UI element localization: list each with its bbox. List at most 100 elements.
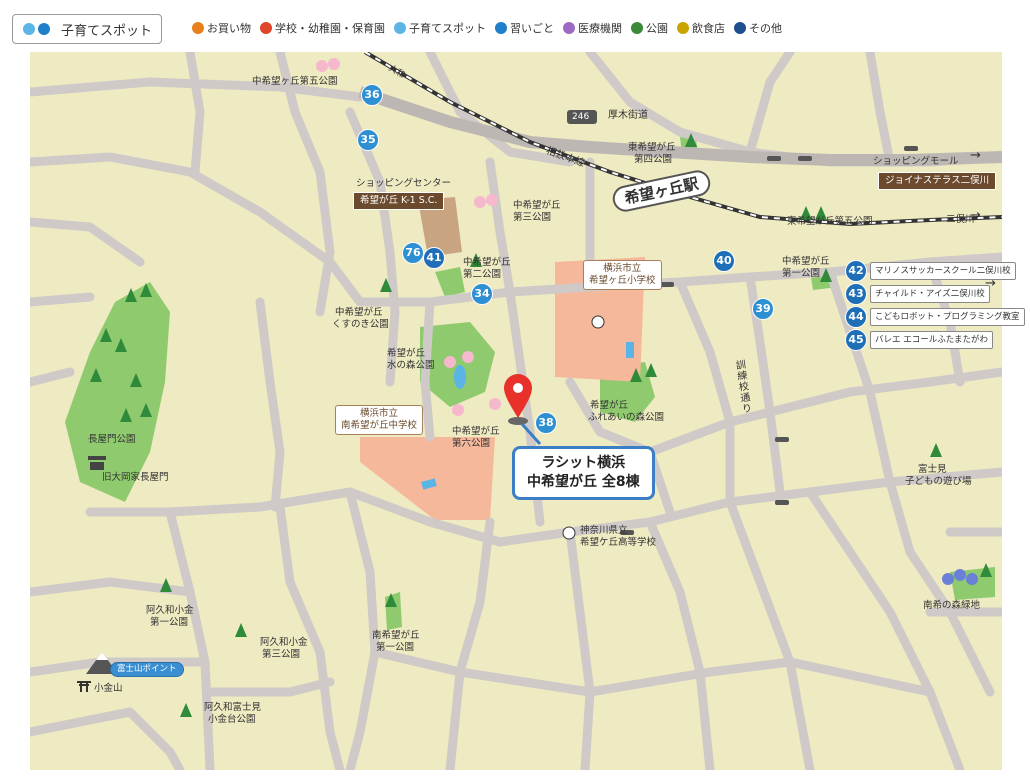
park-label-naka3-line1[interactable]: 中希望が丘 bbox=[513, 200, 561, 212]
lesson-marker-44[interactable]: 44 bbox=[845, 306, 867, 328]
spot-marker-35[interactable]: 35 bbox=[357, 129, 379, 151]
park-label-mizunomori-line1[interactable]: 希望が丘 bbox=[387, 348, 425, 360]
legend-dot-icon bbox=[260, 22, 272, 34]
legend-item[interactable]: 公園 bbox=[631, 20, 668, 36]
shopping-mall-name[interactable]: ジョイナステラス二俣川 bbox=[878, 172, 997, 190]
park-label-akuwa-fuji-line1[interactable]: 阿久和富士見 bbox=[204, 702, 261, 714]
park-label-minamino[interactable]: 南希の森緑地 bbox=[923, 600, 980, 612]
arrow-right-icon: → bbox=[970, 208, 981, 223]
legend-dot-icon bbox=[631, 22, 643, 34]
junior-high-school-label[interactable]: 横浜市立 南希望が丘中学校 bbox=[335, 405, 424, 435]
park-label-naka5[interactable]: 中希望ヶ丘第五公園 bbox=[252, 76, 338, 88]
property-callout[interactable]: ラシット横浜 中希望が丘 全8棟 bbox=[512, 446, 655, 500]
park-label-minami1-line2[interactable]: 第一公園 bbox=[376, 642, 414, 654]
elementary-school-label[interactable]: 横浜市立 希望ヶ丘小学校 bbox=[583, 260, 662, 290]
road-label-atsugi: 厚木街道 bbox=[608, 110, 648, 121]
legend-item[interactable]: 医療機関 bbox=[563, 20, 622, 36]
park-label-fureai-line1[interactable]: 希望が丘 bbox=[590, 400, 628, 412]
park-label-naka1-line2[interactable]: 第一公園 bbox=[782, 268, 820, 280]
spot-marker-40[interactable]: 40 bbox=[713, 250, 735, 272]
legend-dot-icon bbox=[23, 23, 35, 35]
park-label-mizunomori-line2[interactable]: 水の森公園 bbox=[387, 360, 435, 372]
park-label-naka6-line1[interactable]: 中希望が丘 bbox=[452, 426, 500, 438]
park-label-fujimi-line1[interactable]: 富士見 bbox=[918, 464, 947, 476]
lesson-marker-45[interactable]: 45 bbox=[845, 329, 867, 351]
gate-icon bbox=[88, 456, 106, 470]
school-pool bbox=[626, 342, 634, 358]
lesson-label-43[interactable]: チャイルド・アイズ二俣川校 bbox=[870, 285, 990, 303]
park-label-fureai-line2[interactable]: ふれあいの森公園 bbox=[588, 412, 664, 424]
legend-dot-icon bbox=[563, 22, 575, 34]
park-label-nagayamon[interactable]: 長屋門公園 bbox=[88, 434, 136, 446]
park-label-fujimi-line2[interactable]: 子どもの遊び場 bbox=[905, 476, 972, 488]
elementary-school-line2: 希望ヶ丘小学校 bbox=[589, 275, 656, 286]
legend-item-label: 医療機関 bbox=[578, 22, 622, 35]
park-label-akuwa3-line1[interactable]: 阿久和小金 bbox=[260, 637, 308, 649]
landmark-label-nagayamon-house[interactable]: 旧大岡家長屋門 bbox=[102, 472, 169, 484]
shopping-center-caption: ショッピングセンター bbox=[356, 178, 452, 189]
legend-dot-icon bbox=[495, 22, 507, 34]
legend-dot-icon bbox=[38, 23, 50, 35]
park-label-higashi5[interactable]: 東希望が丘第五公園 bbox=[787, 216, 873, 228]
legend-item-label: 学校・幼稚園・保育園 bbox=[275, 22, 385, 35]
park-label-higashi4-line1[interactable]: 東希望が丘 bbox=[628, 142, 676, 154]
legend-item[interactable]: 子育てスポット bbox=[394, 20, 486, 36]
shopping-center-name[interactable]: 希望が丘 K-1 S.C. bbox=[353, 192, 445, 210]
park-label-kusunoki-line1[interactable]: 中希望が丘 bbox=[335, 307, 383, 319]
park-label-akuwa3-line2[interactable]: 第三公園 bbox=[262, 649, 300, 661]
park-label-akuwa1-line2[interactable]: 第一公園 bbox=[150, 617, 188, 629]
legend-dot-icon bbox=[734, 22, 746, 34]
park-label-akuwa1-line1[interactable]: 阿久和小金 bbox=[146, 605, 194, 617]
elementary-school-line1: 横浜市立 bbox=[603, 263, 642, 274]
spot-marker-76[interactable]: 76 bbox=[402, 242, 424, 264]
park-label-naka2-line2[interactable]: 第二公園 bbox=[463, 269, 501, 281]
legend-dot-icon bbox=[677, 22, 689, 34]
landmark-label-koganeyama[interactable]: 小金山 bbox=[94, 683, 123, 695]
fuji-viewpoint-badge: 富士山ポイント bbox=[110, 662, 184, 677]
legend-item-label: 子育てスポット bbox=[409, 22, 486, 35]
legend-item-label: 飲食店 bbox=[692, 22, 725, 35]
legend-item[interactable]: お買い物 bbox=[192, 20, 251, 36]
spot-marker-38[interactable]: 38 bbox=[535, 412, 557, 434]
legend-dot-icon bbox=[394, 22, 406, 34]
legend-box-label: 子育てスポット bbox=[61, 23, 153, 39]
route-number-label: 246 bbox=[572, 112, 590, 122]
legend-items: お買い物 学校・幼稚園・保育園 子育てスポット 習いごと 医療機関 公園 飲食店 その他 bbox=[192, 20, 791, 36]
arrow-right-icon: → bbox=[970, 148, 981, 163]
high-school-label-line1[interactable]: 神奈川県立 bbox=[580, 525, 628, 537]
spot-marker-34[interactable]: 34 bbox=[471, 283, 493, 305]
park-pond bbox=[454, 365, 466, 389]
legend-item-label: 習いごと bbox=[510, 22, 554, 35]
high-school-label-line2[interactable]: 希望ケ丘高等学校 bbox=[580, 537, 656, 549]
legend-dot-icon bbox=[192, 22, 204, 34]
legend-item-label: その他 bbox=[749, 22, 782, 35]
park-label-kusunoki-line2[interactable]: くすのき公園 bbox=[332, 319, 389, 331]
park-label-minami1-line1[interactable]: 南希望が丘 bbox=[372, 630, 420, 642]
park-minami1 bbox=[385, 592, 402, 630]
park-label-higashi4-line2[interactable]: 第四公園 bbox=[634, 154, 672, 166]
park-label-akuwa-fuji-line2[interactable]: 小金台公園 bbox=[208, 714, 256, 726]
legend-item[interactable]: 習いごと bbox=[495, 20, 554, 36]
park-label-naka3-line2[interactable]: 第三公園 bbox=[513, 212, 551, 224]
area-map[interactable]: 大和 246 厚木街道 相鉄本線 二俣川 訓練校通り 希望ヶ丘駅 ショッピングモ… bbox=[30, 52, 1025, 770]
park-label-naka1-line1[interactable]: 中希望が丘 bbox=[782, 256, 830, 268]
spot-marker-39[interactable]: 39 bbox=[752, 298, 774, 320]
spot-marker-36[interactable]: 36 bbox=[361, 84, 383, 106]
lesson-marker-42[interactable]: 42 bbox=[845, 260, 867, 282]
legend-item[interactable]: その他 bbox=[734, 20, 782, 36]
legend-item-label: お買い物 bbox=[207, 22, 251, 35]
park-label-naka2-line1[interactable]: 中希望が丘 bbox=[463, 257, 511, 269]
park-label-naka6-line2[interactable]: 第六公園 bbox=[452, 438, 490, 450]
arrow-right-icon: → bbox=[985, 276, 996, 291]
map-legend: 子育てスポット お買い物 学校・幼稚園・保育園 子育てスポット 習いごと 医療機関 公園 飲… bbox=[0, 0, 1030, 56]
legend-item[interactable]: 学校・幼稚園・保育園 bbox=[260, 20, 385, 36]
legend-filter-box[interactable]: 子育てスポット bbox=[12, 14, 162, 44]
legend-item[interactable]: 飲食店 bbox=[677, 20, 725, 36]
lesson-label-44[interactable]: こどもロボット・プログラミング教室 bbox=[870, 308, 1025, 326]
lesson-label-45[interactable]: バレエ エコールふたまたがわ bbox=[870, 331, 993, 349]
property-name-line1: ラシット横浜 bbox=[541, 455, 626, 471]
property-name-line2: 中希望が丘 全8棟 bbox=[527, 474, 640, 490]
lesson-marker-43[interactable]: 43 bbox=[845, 283, 867, 305]
spot-marker-41[interactable]: 41 bbox=[423, 247, 445, 269]
junior-high-line1: 横浜市立 bbox=[360, 408, 399, 419]
